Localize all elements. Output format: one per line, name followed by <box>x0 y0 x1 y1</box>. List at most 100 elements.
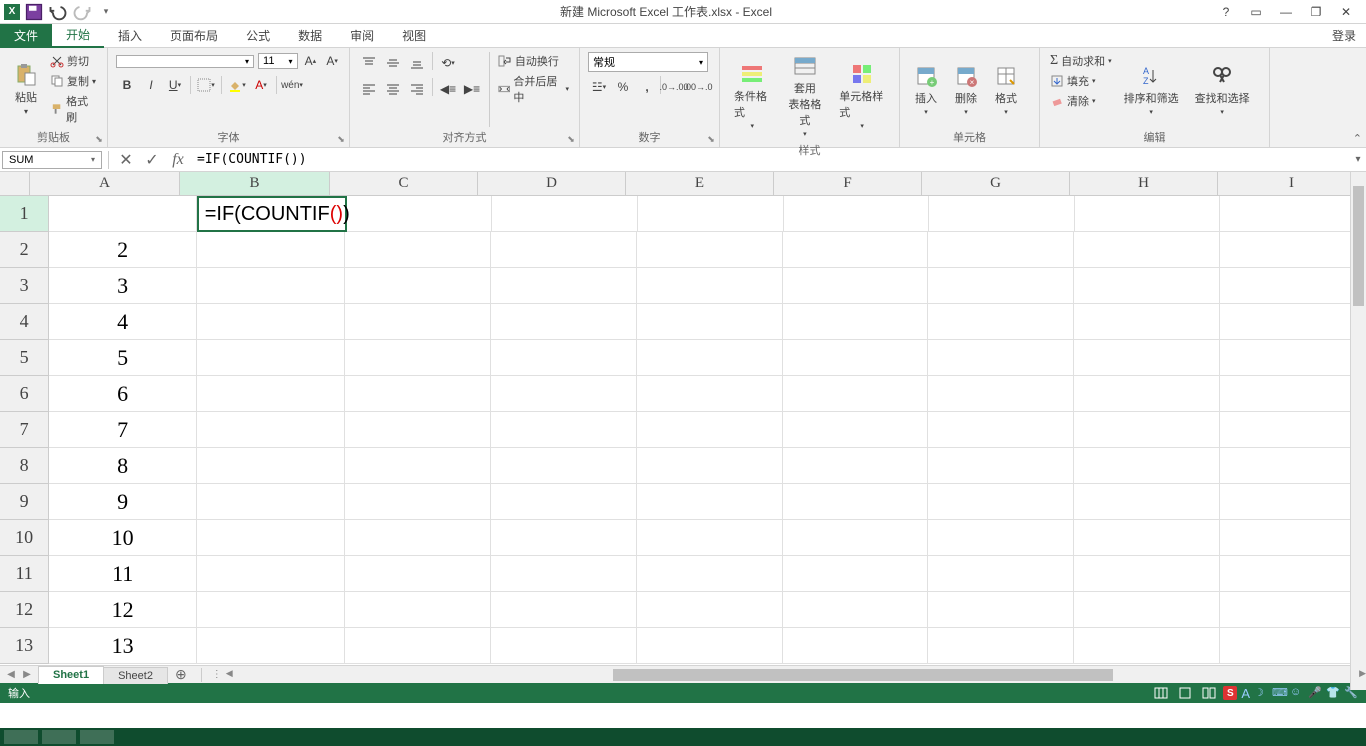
sheet-tab-sheet1[interactable]: Sheet1 <box>38 666 104 684</box>
align-bottom-icon[interactable] <box>406 52 428 74</box>
merge-center-button[interactable]: 合并后居中▾ <box>496 72 571 106</box>
cell-D10[interactable] <box>491 520 637 556</box>
cell-D2[interactable] <box>491 232 637 268</box>
insert-cells-button[interactable]: +插入▾ <box>908 52 944 127</box>
cell-C9[interactable] <box>345 484 491 520</box>
cell-B12[interactable] <box>197 592 345 628</box>
cell-C5[interactable] <box>345 340 491 376</box>
cell-C11[interactable] <box>345 556 491 592</box>
close-icon[interactable]: ✕ <box>1336 2 1356 22</box>
cell-D1[interactable] <box>492 196 638 232</box>
row-header-1[interactable]: 1 <box>0 196 49 232</box>
row-header-2[interactable]: 2 <box>0 232 49 268</box>
row-header-10[interactable]: 10 <box>0 520 49 556</box>
tab-home[interactable]: 开始 <box>52 24 104 48</box>
cell-A1[interactable] <box>49 196 197 232</box>
select-all-button[interactable] <box>0 172 30 195</box>
sheet-tab-sheet2[interactable]: Sheet2 <box>103 667 168 684</box>
column-header-H[interactable]: H <box>1070 172 1218 195</box>
cell-I2[interactable] <box>1220 232 1366 268</box>
row-header-3[interactable]: 3 <box>0 268 49 304</box>
cell-I5[interactable] <box>1220 340 1366 376</box>
cell-F7[interactable] <box>783 412 929 448</box>
cell-H9[interactable] <box>1074 484 1220 520</box>
tray-shirt-icon[interactable]: 👕 <box>1326 686 1340 700</box>
cell-A7[interactable]: 7 <box>49 412 197 448</box>
maximize-icon[interactable]: ❐ <box>1306 2 1326 22</box>
tab-data[interactable]: 数据 <box>284 24 336 48</box>
fill-button[interactable]: 填充▾ <box>1048 72 1114 90</box>
column-header-F[interactable]: F <box>774 172 922 195</box>
autosum-button[interactable]: Σ自动求和▾ <box>1048 52 1114 70</box>
name-box[interactable]: SUM▾ <box>2 151 102 169</box>
italic-button[interactable]: I <box>140 74 162 96</box>
cell-H5[interactable] <box>1074 340 1220 376</box>
cell-G2[interactable] <box>928 232 1074 268</box>
cell-H4[interactable] <box>1074 304 1220 340</box>
cell-H7[interactable] <box>1074 412 1220 448</box>
collapse-ribbon-icon[interactable]: ⌃ <box>1353 132 1362 145</box>
column-header-G[interactable]: G <box>922 172 1070 195</box>
bold-button[interactable]: B <box>116 74 138 96</box>
row-header-5[interactable]: 5 <box>0 340 49 376</box>
cell-E11[interactable] <box>637 556 783 592</box>
cell-F11[interactable] <box>783 556 929 592</box>
save-icon[interactable] <box>24 2 44 22</box>
cell-E7[interactable] <box>637 412 783 448</box>
cell-A11[interactable]: 11 <box>49 556 197 592</box>
tab-review[interactable]: 审阅 <box>336 24 388 48</box>
cell-G1[interactable] <box>929 196 1075 232</box>
cell-G13[interactable] <box>928 628 1074 664</box>
cell-B2[interactable] <box>197 232 345 268</box>
add-sheet-button[interactable]: ⊕ <box>167 664 195 685</box>
number-launcher-icon[interactable]: ⬊ <box>705 133 717 145</box>
page-layout-view-icon[interactable] <box>1175 685 1195 701</box>
cell-F2[interactable] <box>783 232 929 268</box>
tray-mic-icon[interactable]: 🎤 <box>1308 686 1322 700</box>
cell-A2[interactable]: 2 <box>49 232 197 268</box>
minimize-icon[interactable]: — <box>1276 2 1296 22</box>
ribbon-options-icon[interactable]: ▭ <box>1246 2 1266 22</box>
undo-icon[interactable] <box>48 2 68 22</box>
cell-D7[interactable] <box>491 412 637 448</box>
cell-B13[interactable] <box>197 628 345 664</box>
font-color-button[interactable]: A▾ <box>250 74 272 96</box>
tab-insert[interactable]: 插入 <box>104 24 156 48</box>
percent-format-icon[interactable]: % <box>612 76 634 98</box>
decrease-decimal-icon[interactable]: .00→.0 <box>687 76 709 98</box>
page-break-view-icon[interactable] <box>1199 685 1219 701</box>
border-button[interactable]: ▾ <box>195 74 217 96</box>
cell-G3[interactable] <box>928 268 1074 304</box>
wrap-text-button[interactable]: 自动换行 <box>496 52 571 70</box>
row-header-13[interactable]: 13 <box>0 628 49 664</box>
cell-C6[interactable] <box>345 376 491 412</box>
cell-C1[interactable] <box>347 196 493 232</box>
cell-D8[interactable] <box>491 448 637 484</box>
column-header-B[interactable]: B <box>180 172 330 195</box>
cell-E10[interactable] <box>637 520 783 556</box>
tray-emoji-icon[interactable]: ☺ <box>1290 686 1304 700</box>
align-top-icon[interactable] <box>358 52 380 74</box>
cell-H13[interactable] <box>1074 628 1220 664</box>
expand-formula-bar-icon[interactable]: ▾ <box>1350 154 1366 165</box>
cell-I11[interactable] <box>1220 556 1366 592</box>
increase-decimal-icon[interactable]: .0→.00 <box>663 76 685 98</box>
fx-icon[interactable]: fx <box>166 150 190 170</box>
decrease-indent-icon[interactable]: ◀≡ <box>437 78 459 100</box>
cell-A13[interactable]: 13 <box>49 628 197 664</box>
cell-E2[interactable] <box>637 232 783 268</box>
horizontal-scrollbar[interactable]: ◀ ▶ <box>226 668 1366 682</box>
increase-font-icon[interactable]: A▴ <box>302 52 320 70</box>
increase-indent-icon[interactable]: ▶≡ <box>461 78 483 100</box>
clipboard-launcher-icon[interactable]: ⬊ <box>93 133 105 145</box>
comma-format-icon[interactable]: , <box>636 76 658 98</box>
cell-H2[interactable] <box>1074 232 1220 268</box>
cell-H1[interactable] <box>1075 196 1221 232</box>
cell-C8[interactable] <box>345 448 491 484</box>
cell-F1[interactable] <box>784 196 930 232</box>
tab-layout[interactable]: 页面布局 <box>156 24 232 48</box>
decrease-font-icon[interactable]: A▾ <box>323 52 341 70</box>
cell-D3[interactable] <box>491 268 637 304</box>
phonetic-button[interactable]: wén▾ <box>281 74 303 96</box>
taskbar-item[interactable] <box>4 730 38 744</box>
